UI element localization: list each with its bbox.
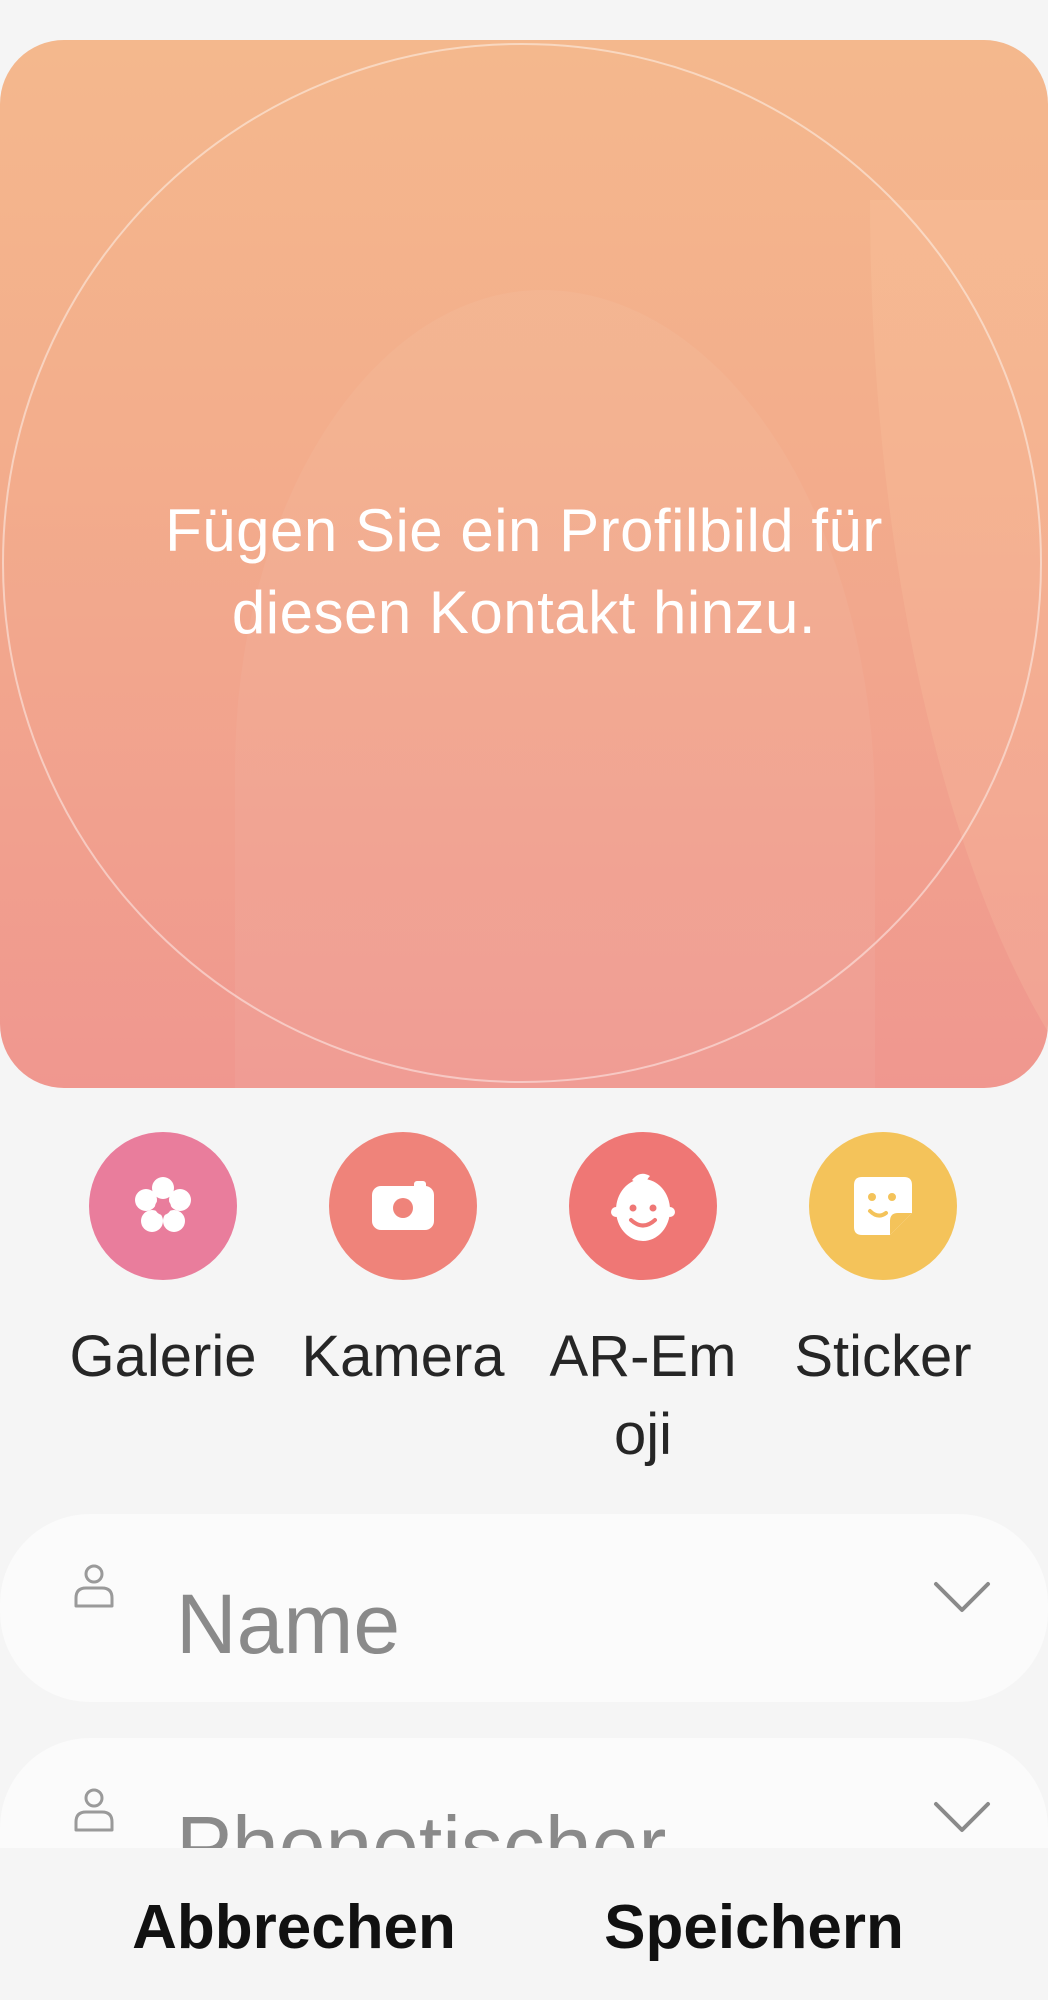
sticker-button[interactable]: [809, 1132, 957, 1280]
ar-emoji-button[interactable]: [569, 1132, 717, 1280]
camera-option[interactable]: Kamera: [283, 1132, 523, 1396]
camera-icon: [372, 1181, 434, 1230]
person-icon: [74, 1564, 114, 1608]
bottom-action-bar: Abbrechen Speichern: [0, 1848, 1048, 2000]
ar-emoji-option[interactable]: AR-Emoji: [523, 1132, 763, 1474]
chevron-down-icon[interactable]: [932, 1800, 992, 1834]
name-input[interactable]: Name: [176, 1574, 400, 1674]
face-icon: [611, 1173, 675, 1241]
flower-icon: [135, 1177, 191, 1232]
person-icon: [74, 1788, 114, 1832]
sticker-icon: [854, 1177, 912, 1235]
cancel-button[interactable]: Abbrechen: [74, 1888, 514, 1968]
picture-source-options: Galerie Kamera AR-Emoji Sticker: [0, 1132, 1048, 1472]
phonetic-name-input[interactable]: Phonetischer: [176, 1796, 666, 1848]
name-field-card[interactable]: Name: [0, 1514, 1048, 1702]
sticker-option[interactable]: Sticker: [763, 1132, 1003, 1396]
profile-picture-area[interactable]: Fügen Sie ein Profilbild für diesen Kont…: [0, 40, 1048, 1088]
camera-label: Kamera: [301, 1324, 505, 1389]
sticker-label: Sticker: [794, 1324, 972, 1389]
ar-emoji-label: AR-Emoji: [549, 1324, 737, 1467]
gallery-button[interactable]: [89, 1132, 237, 1280]
gallery-option[interactable]: Galerie: [43, 1132, 283, 1396]
save-button[interactable]: Speichern: [534, 1888, 974, 1968]
camera-button[interactable]: [329, 1132, 477, 1280]
phonetic-name-field-card[interactable]: Phonetischer: [0, 1738, 1048, 1848]
chevron-down-icon[interactable]: [932, 1580, 992, 1614]
gallery-label: Galerie: [69, 1324, 257, 1389]
add-profile-picture-hint: Fügen Sie ein Profilbild für diesen Kont…: [165, 497, 883, 646]
